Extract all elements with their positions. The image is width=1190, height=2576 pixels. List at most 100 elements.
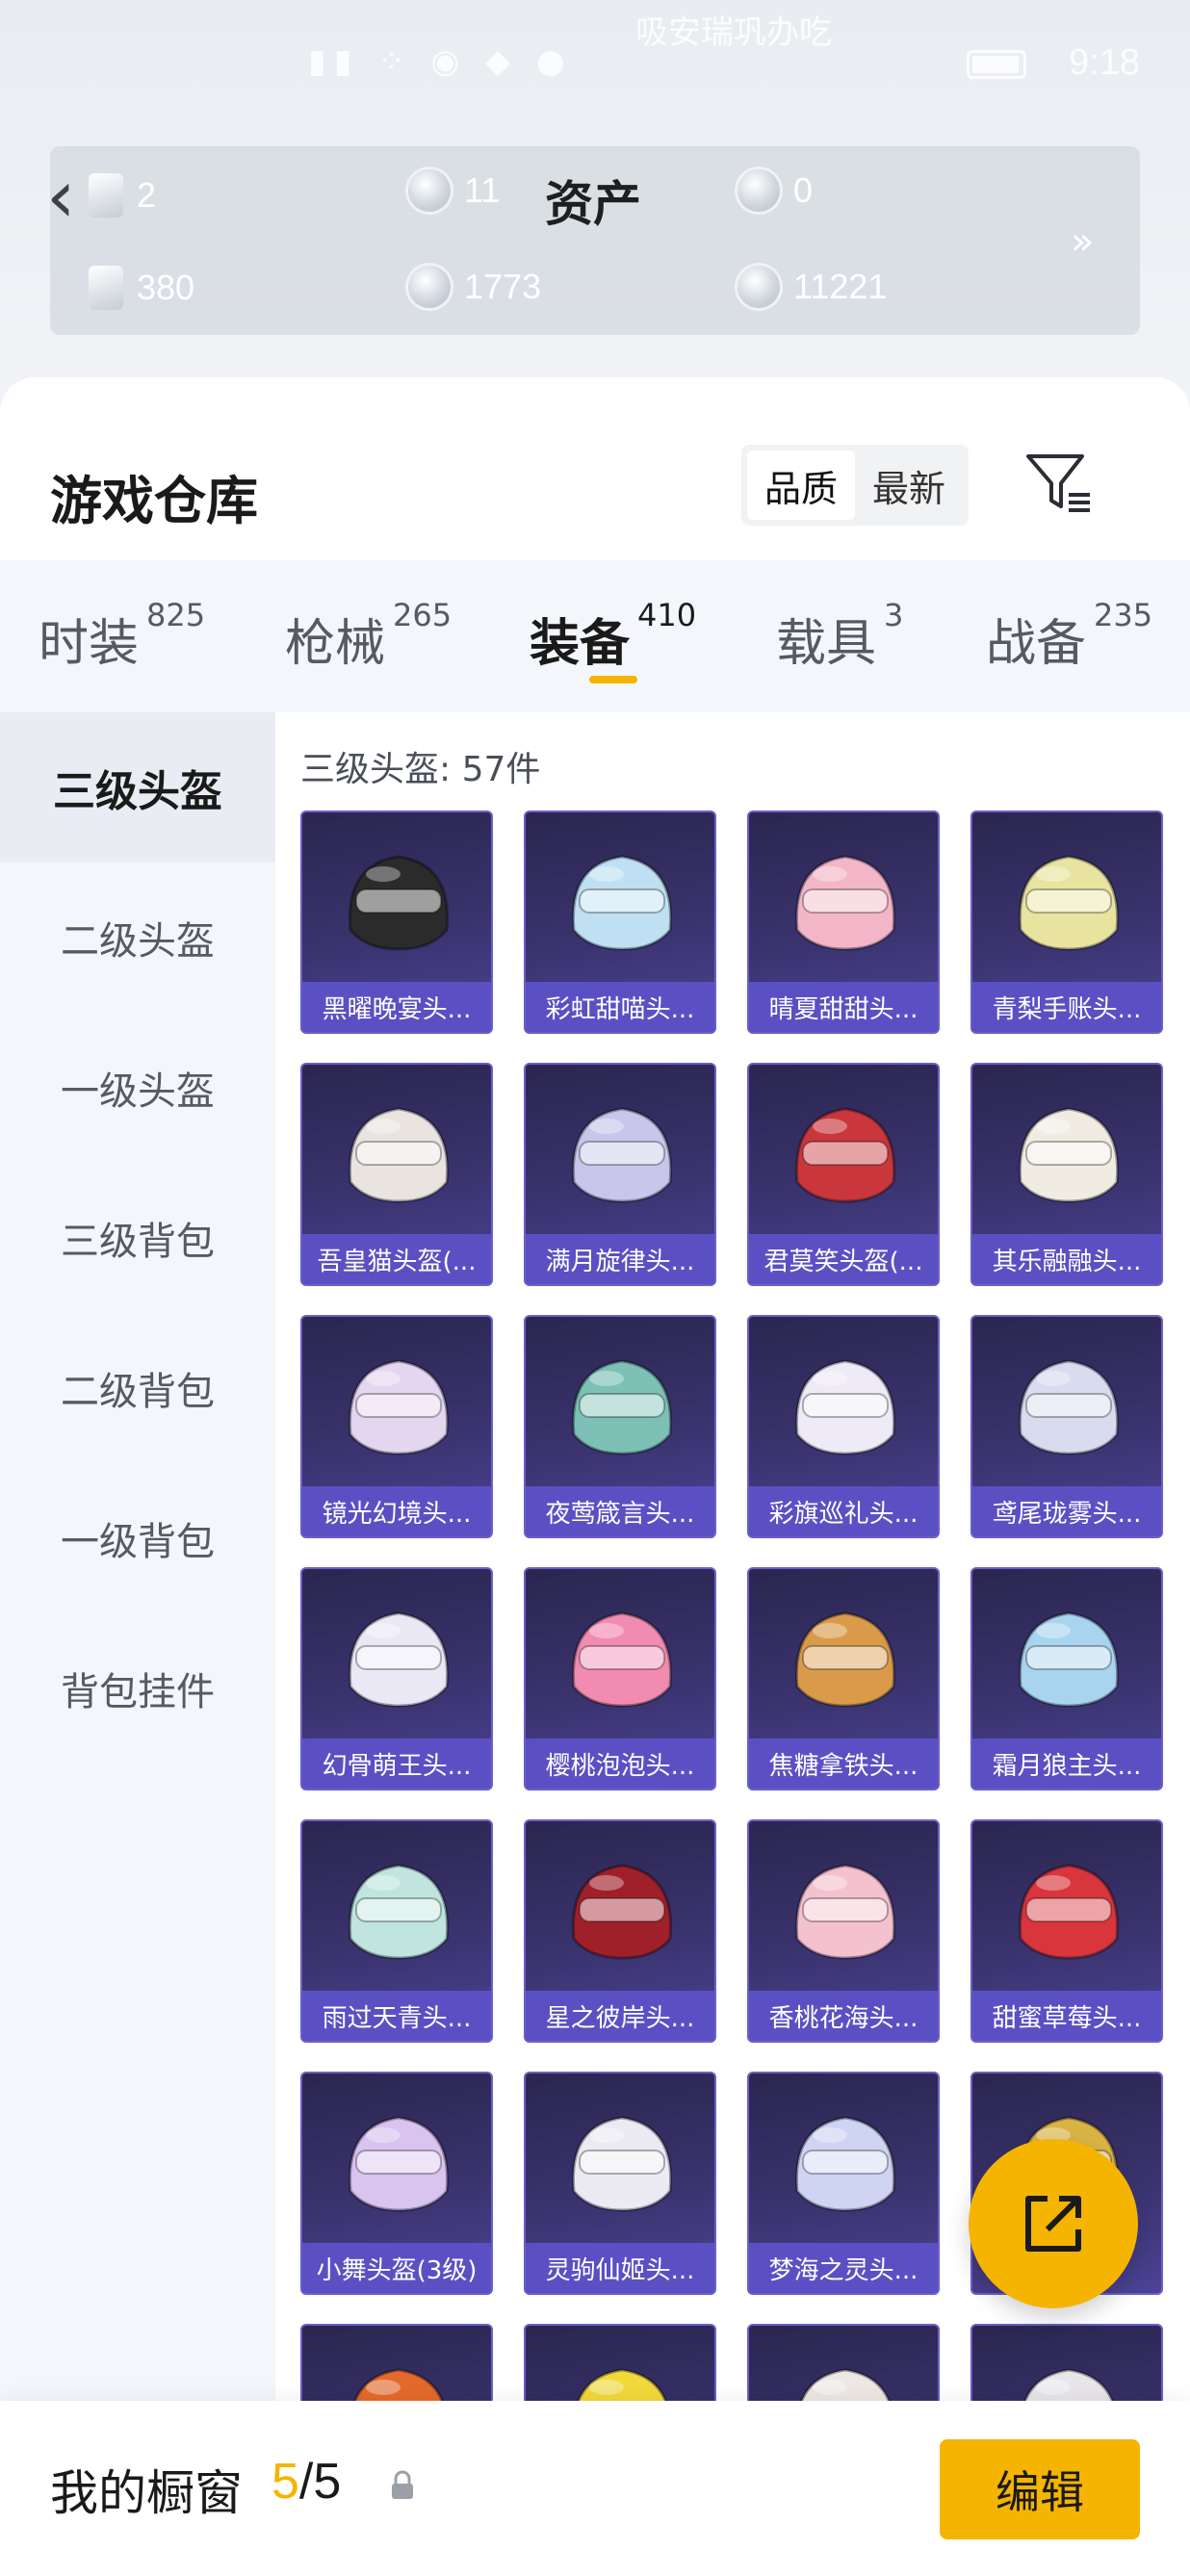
coin-icon <box>737 266 780 308</box>
lock-icon <box>392 2470 413 2499</box>
status-notice: 吸安瑞巩办吃 <box>635 13 832 52</box>
item-tile[interactable]: 君莫笑头盔(... <box>747 1063 940 1286</box>
content-title: 三级头盔: 57件 <box>300 750 541 789</box>
helmet-icon <box>571 1864 673 1960</box>
item-tile[interactable]: 梦海之灵头... <box>747 2072 940 2295</box>
asset-ticket-2: 380 <box>89 266 194 310</box>
sidebar-item-lvl1-backpack[interactable]: 一级背包 <box>0 1463 275 1613</box>
external-link-icon <box>1025 2196 1081 2252</box>
helmet-icon <box>1018 1864 1120 1960</box>
sort-quality-button[interactable]: 品质 <box>747 451 855 520</box>
helmet-icon <box>1018 1359 1120 1455</box>
helmet-icon <box>1018 855 1120 951</box>
helmet-icon <box>571 2116 673 2212</box>
item-tile[interactable]: 吾皇猫头盔(... <box>300 1063 493 1286</box>
sidebar-item-lvl1-helmet[interactable]: 一级头盔 <box>0 1013 275 1163</box>
item-name: 晴夏甜甜头... <box>749 982 938 1032</box>
item-tile[interactable] <box>747 2324 940 2409</box>
helmet-icon <box>1018 1611 1120 1708</box>
item-name: 幻骨萌王头... <box>302 1739 491 1789</box>
item-name: 鸢尾珑雾头... <box>972 1486 1161 1536</box>
item-name: 吾皇猫头盔(... <box>302 1234 491 1284</box>
tab-equipment[interactable]: 装备 410 <box>530 597 696 675</box>
tab-vehicles[interactable]: 载具 3 <box>776 597 903 675</box>
sidebar-item-lvl2-helmet[interactable]: 二级头盔 <box>0 863 275 1013</box>
item-tile[interactable]: 镜光幻境头... <box>300 1315 493 1538</box>
sidebar-item-backpack-charm[interactable]: 背包挂件 <box>0 1613 275 1764</box>
asset-value: 380 <box>137 268 195 307</box>
showcase-count: 5/5 <box>272 2453 341 2511</box>
tab-fashion[interactable]: 时装 825 <box>39 597 205 675</box>
item-tile[interactable]: 雨过天青头... <box>300 1819 493 2043</box>
item-tile[interactable]: 其乐融融头... <box>970 1063 1163 1286</box>
edit-button[interactable]: 编辑 <box>940 2439 1140 2539</box>
item-name: 梦海之灵头... <box>749 2243 938 2293</box>
item-tile[interactable]: 小舞头盔(3级) <box>300 2072 493 2295</box>
asset-title: 资产 <box>545 176 641 232</box>
tab-label: 时装 <box>39 615 140 673</box>
item-tile[interactable]: 夜莺箴言头... <box>524 1315 716 1538</box>
sidebar-item-lvl3-backpack[interactable]: 三级背包 <box>0 1163 275 1313</box>
item-tile[interactable]: 青梨手账头... <box>970 811 1163 1034</box>
item-tile[interactable]: 鸢尾珑雾头... <box>970 1315 1163 1538</box>
item-name: 镜光幻境头... <box>302 1486 491 1536</box>
item-tile[interactable]: 黑曜晚宴头... <box>300 811 493 1034</box>
subcategory-sidebar: 三级头盔 二级头盔 一级头盔 三级背包 二级背包 一级背包 背包挂件 <box>0 712 275 2576</box>
tab-battle-gear[interactable]: 战备 235 <box>986 597 1152 675</box>
tab-label: 战备 <box>986 615 1087 673</box>
ticket-icon <box>89 173 123 218</box>
helmet-icon <box>348 2116 450 2212</box>
item-tile[interactable] <box>970 2324 1163 2409</box>
sidebar-item-lvl2-backpack[interactable]: 二级背包 <box>0 1313 275 1463</box>
item-name: 彩旗巡礼头... <box>749 1486 938 1536</box>
sort-toggle: 品质 最新 <box>741 445 969 526</box>
item-tile[interactable]: 樱桃泡泡头... <box>524 1567 716 1790</box>
item-tile[interactable] <box>524 2324 716 2409</box>
item-tile[interactable]: 彩旗巡礼头... <box>747 1315 940 1538</box>
helmet-icon <box>350 2368 447 2409</box>
showcase-total: /5 <box>298 2454 342 2510</box>
helmet-icon <box>797 2368 893 2409</box>
filter-icon[interactable] <box>1024 451 1094 516</box>
item-name: 雨过天青头... <box>302 1991 491 2041</box>
helmet-icon <box>348 1359 450 1455</box>
asset-value: 2 <box>137 175 157 215</box>
item-tile[interactable] <box>300 2324 493 2409</box>
share-button[interactable] <box>969 2139 1138 2308</box>
item-tile[interactable]: 彩虹甜喵头... <box>524 811 716 1034</box>
tab-label: 载具 <box>776 615 877 673</box>
sort-newest-button[interactable]: 最新 <box>855 451 963 520</box>
helmet-icon <box>571 855 673 951</box>
tab-firearms[interactable]: 枪械 265 <box>285 597 452 675</box>
gold-coin-icon <box>737 169 780 212</box>
item-tile[interactable]: 焦糖拿铁头... <box>747 1567 940 1790</box>
item-tile[interactable]: 幻骨萌王头... <box>300 1567 493 1790</box>
coin-icon <box>408 266 451 308</box>
item-tile[interactable]: 霜月狼主头... <box>970 1567 1163 1790</box>
status-time: 9:18 <box>1069 42 1140 83</box>
sidebar-item-lvl3-helmet[interactable]: 三级头盔 <box>0 712 275 863</box>
helmet-icon <box>794 2116 896 2212</box>
item-name: 君莫笑头盔(... <box>749 1234 938 1284</box>
tab-label: 枪械 <box>285 615 386 673</box>
item-tile[interactable]: 灵驹仙姬头... <box>524 2072 716 2295</box>
tab-count: 410 <box>637 597 697 633</box>
item-name: 其乐融融头... <box>972 1234 1161 1284</box>
item-tile[interactable]: 晴夏甜甜头... <box>747 811 940 1034</box>
item-name: 满月旋律头... <box>526 1234 714 1284</box>
item-tile[interactable]: 甜蜜草莓头... <box>970 1819 1163 2043</box>
tab-count: 825 <box>146 597 206 633</box>
item-tile[interactable]: 星之彼岸头... <box>524 1819 716 2043</box>
expand-assets-icon[interactable]: » <box>1071 219 1094 264</box>
item-tile[interactable]: 香桃花海头... <box>747 1819 940 2043</box>
status-bar: ▮▮ ⁘ ◉ ◆ ● 吸安瑞巩办吃 9:18 <box>0 0 1190 135</box>
item-tile[interactable]: 满月旋律头... <box>524 1063 716 1286</box>
asset-value: 0 <box>793 170 814 210</box>
showcase-current: 5 <box>272 2454 299 2510</box>
asset-value: 1773 <box>464 267 542 306</box>
helmet-icon <box>794 1359 896 1455</box>
item-name: 甜蜜草莓头... <box>972 1991 1161 2041</box>
item-name: 焦糖拿铁头... <box>749 1739 938 1789</box>
item-name: 霜月狼主头... <box>972 1739 1161 1789</box>
item-name: 灵驹仙姬头... <box>526 2243 714 2293</box>
